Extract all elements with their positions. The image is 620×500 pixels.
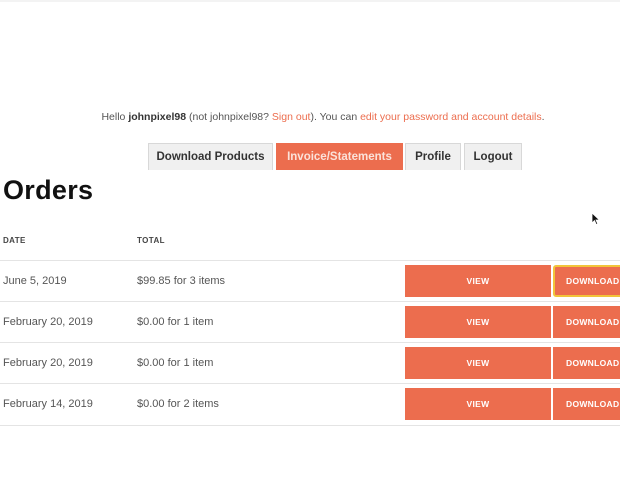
page-title: Orders xyxy=(3,175,94,205)
greeting-hello: Hello xyxy=(101,111,129,123)
order-date: February 20, 2019 xyxy=(3,316,93,328)
view-button[interactable]: VIEW xyxy=(405,388,551,420)
greeting-not-prefix: (not xyxy=(186,111,211,123)
edit-account-link[interactable]: edit your password and account details xyxy=(360,111,542,123)
greeting-message: Hello johnpixel98 (not johnpixel98? Sign… xyxy=(0,111,620,123)
table-row: February 14, 2019 $0.00 for 2 items VIEW… xyxy=(0,383,620,426)
top-divider xyxy=(0,0,620,2)
sign-out-link[interactable]: Sign out xyxy=(272,111,311,123)
order-total: $99.85 for 3 items xyxy=(137,275,226,287)
mouse-pointer-icon xyxy=(591,212,601,226)
column-header-total: TOTAL xyxy=(137,236,165,245)
tab-download-products[interactable]: Download Products xyxy=(148,143,273,170)
download-button[interactable]: DOWNLOAD xyxy=(553,265,620,297)
view-button[interactable]: VIEW xyxy=(405,347,551,379)
greeting-not-suffix: ? xyxy=(263,111,272,123)
order-total: $0.00 for 1 item xyxy=(137,316,214,328)
order-date: February 14, 2019 xyxy=(3,398,93,410)
view-button[interactable]: VIEW xyxy=(405,306,551,338)
download-button[interactable]: DOWNLOAD xyxy=(553,388,620,420)
tab-profile[interactable]: Profile xyxy=(405,143,461,170)
order-total: $0.00 for 1 item xyxy=(137,357,214,369)
greeting-middle: ). You can xyxy=(310,111,361,123)
account-page: Hello johnpixel98 (not johnpixel98? Sign… xyxy=(0,0,620,500)
table-row: February 20, 2019 $0.00 for 1 item VIEW … xyxy=(0,342,620,384)
download-button[interactable]: DOWNLOAD xyxy=(553,347,620,379)
table-row: June 5, 2019 $99.85 for 3 items VIEW DOW… xyxy=(0,260,620,302)
tab-invoice-statements[interactable]: Invoice/Statements xyxy=(276,143,403,170)
download-button[interactable]: DOWNLOAD xyxy=(553,306,620,338)
order-total: $0.00 for 2 items xyxy=(137,398,219,410)
greeting-username: johnpixel98 xyxy=(128,111,187,123)
greeting-not-user: johnpixel98 xyxy=(210,111,264,123)
table-row: February 20, 2019 $0.00 for 1 item VIEW … xyxy=(0,301,620,343)
tab-logout[interactable]: Logout xyxy=(464,143,522,170)
column-header-date: DATE xyxy=(3,236,26,245)
order-date: February 20, 2019 xyxy=(3,357,93,369)
greeting-end: . xyxy=(541,111,545,123)
view-button[interactable]: VIEW xyxy=(405,265,551,297)
order-date: June 5, 2019 xyxy=(3,275,67,287)
